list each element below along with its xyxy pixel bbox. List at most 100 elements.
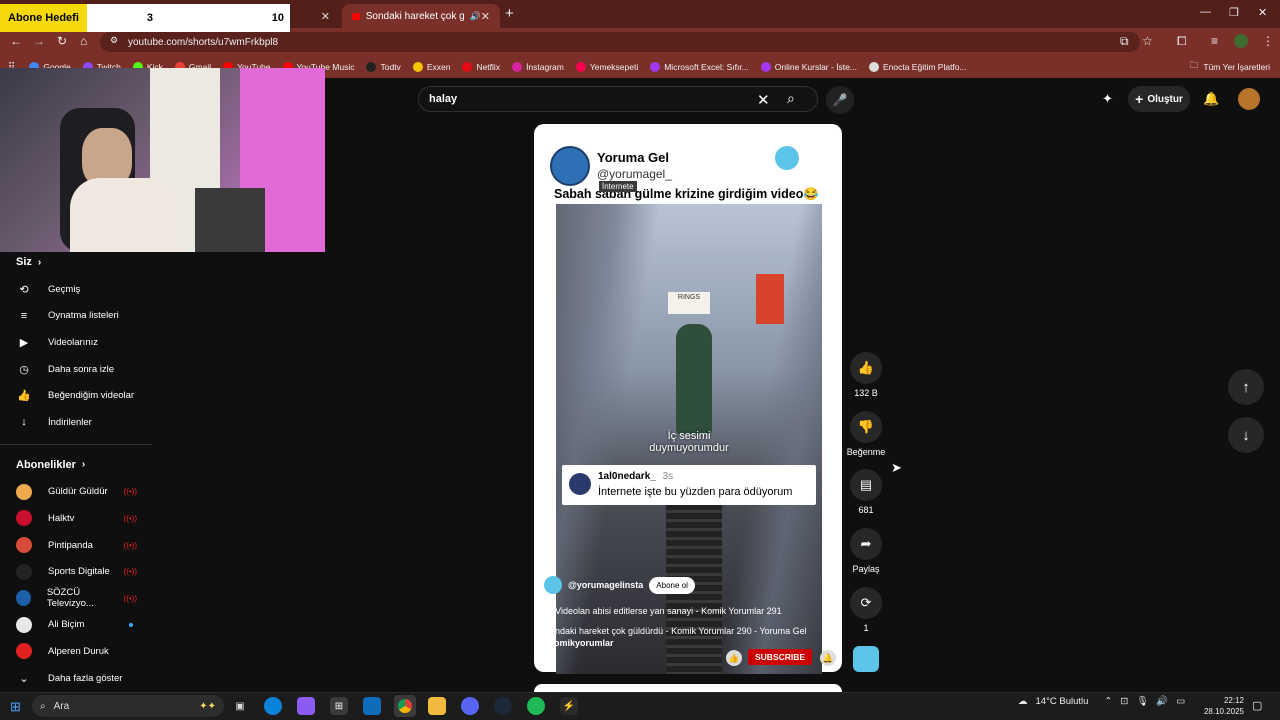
profile-avatar[interactable] — [1234, 34, 1248, 48]
sidebar-item[interactable]: 👍 Beğendiğim videolar — [0, 382, 155, 409]
insta-avatar[interactable] — [544, 576, 562, 594]
sidebar-item[interactable]: ↓ İndirilenler — [0, 409, 155, 436]
menu-icon[interactable]: ⋮ — [1262, 34, 1274, 48]
subscription-item[interactable]: Pintipanda ((•)) — [0, 532, 155, 559]
insta-handle[interactable]: @yorumagelinsta — [568, 580, 643, 590]
tab-active[interactable]: Sondaki hareket çok güldürd 🔊 ✕ — [342, 4, 500, 28]
clock[interactable]: 22:12 28.10.2025 — [1196, 695, 1244, 717]
clear-search-icon[interactable]: ✕ — [757, 91, 770, 109]
media-icon[interactable]: ≡ — [1211, 34, 1218, 48]
goal-current: 3 — [146, 12, 154, 24]
sidebar: Siz › ⟲ Geçmiş ≡ Oynatma listeleri ▶ Videolar… — [0, 252, 155, 692]
subscription-item[interactable]: Alperen Duruk — [0, 638, 155, 665]
obs-icon[interactable]: ⚡ — [560, 697, 578, 715]
subscription-item[interactable]: SÖZCÜ Televizyo... ((•)) — [0, 585, 155, 612]
system-tray: ☁ 14°C Bulutlu ⌃ ⊡ 🎙 🔊 ▭ — [1018, 696, 1185, 707]
account-avatar[interactable] — [1238, 88, 1260, 110]
file-explorer-icon[interactable] — [428, 697, 446, 715]
goal-target: 10 — [271, 12, 284, 24]
volume-icon[interactable]: 🔊 — [1156, 696, 1168, 707]
install-icon[interactable]: ⧉ — [1120, 34, 1129, 49]
remix-icon[interactable]: ⟳ — [850, 587, 882, 619]
subscription-item[interactable]: Ali Biçim — [0, 612, 155, 639]
dislike-action[interactable]: 👎 Beğenme — [847, 411, 885, 457]
previous-short-button[interactable]: ↑ — [1228, 369, 1264, 405]
mic-icon[interactable]: 🎤 — [826, 86, 854, 114]
chrome-icon[interactable] — [394, 695, 416, 717]
close-icon[interactable]: ✕ — [321, 10, 330, 23]
playlist-icon: ≡ — [20, 309, 28, 322]
sidebar-item[interactable]: ▶ Videolarınız — [0, 329, 155, 356]
bookmark-item[interactable]: Microsoft Excel: Sıfır... — [650, 62, 749, 72]
forward-icon[interactable]: → — [33, 34, 45, 48]
bookmark-star-icon[interactable]: ☆ — [1142, 34, 1153, 48]
next-short-button[interactable]: ↓ — [1228, 417, 1264, 453]
bookmark-item[interactable]: Online Kurslar - İste... — [760, 62, 857, 72]
show-more-button[interactable]: ⌄ Daha fazla göster — [0, 665, 155, 692]
comment-header: 1al0nedark_ 3s — [598, 471, 673, 482]
extensions-icon[interactable]: ⧠ — [1177, 34, 1187, 49]
all-bookmarks[interactable]: 🗀 Tüm Yer İşaretleri — [1190, 60, 1270, 74]
bookmark-item[interactable]: Netflix — [462, 62, 500, 72]
store-icon[interactable]: ⊞ — [330, 697, 348, 715]
notifications-icon[interactable]: ▢ — [1252, 699, 1262, 712]
channel-avatar[interactable] — [550, 146, 590, 186]
sidebar-item[interactable]: ◷ Daha sonra izle — [0, 356, 155, 383]
home-icon[interactable]: ⌂ — [80, 34, 87, 48]
hashtag-link[interactable]: #komikyorumlar — [544, 638, 834, 648]
reload-icon[interactable]: ↻ — [57, 34, 67, 48]
copilot-icon[interactable] — [297, 697, 315, 715]
speaker-icon[interactable]: 🔊 — [470, 11, 481, 22]
thumbs-down-icon[interactable]: 👎 — [850, 411, 882, 443]
tray-chevron-icon[interactable]: ⌃ — [1104, 696, 1112, 707]
edge-icon[interactable] — [264, 697, 282, 715]
comment-icon[interactable]: ▤ — [850, 469, 882, 501]
share-action[interactable]: ➦ Paylaş — [848, 528, 884, 574]
site-info-icon[interactable]: ⚙ — [110, 35, 118, 46]
subscription-item[interactable]: Sports Digitale ((•)) — [0, 558, 155, 585]
comment-user: 1al0nedark_ — [598, 471, 656, 482]
search-icon[interactable]: ⌕ — [787, 90, 795, 107]
follow-button[interactable]: Abone ol — [649, 576, 695, 594]
subscription-item[interactable]: Güldür Güldür ((•)) — [0, 479, 155, 506]
battery-icon[interactable]: ▭ — [1176, 696, 1185, 707]
bookmark-item[interactable]: Yemeksepeti — [575, 62, 638, 72]
bookmark-item[interactable]: Exxen — [412, 62, 450, 72]
mic-tray-icon[interactable]: 🎙 — [1136, 696, 1148, 707]
windows-start-icon[interactable]: ⊞ — [10, 699, 21, 715]
sidebar-subscriptions-header[interactable]: Abonelikler › — [0, 455, 155, 475]
sidebar-item[interactable]: ≡ Oynatma listeleri — [0, 303, 155, 330]
discord-icon[interactable] — [461, 697, 479, 715]
bell-icon[interactable]: 🔔 — [1203, 91, 1219, 107]
next-video-link[interactable]: Videolan abisi editlerse yan sanayi - Ko… — [555, 606, 781, 616]
remix-action[interactable]: ⟳ 1 — [848, 587, 884, 633]
task-view-icon[interactable]: ▣ — [231, 697, 249, 715]
bookmark-item[interactable]: Enocta Eğitim Platfo... — [868, 62, 967, 72]
close-icon[interactable]: ✕ — [481, 10, 490, 23]
thumbs-up-icon[interactable]: 👍 — [850, 352, 882, 384]
create-button[interactable]: + Oluştur — [1128, 86, 1190, 112]
sparkle-settings-icon[interactable]: ✦ — [1102, 91, 1113, 107]
bookmark-item[interactable]: İnstagram — [512, 62, 564, 72]
steam-icon[interactable] — [494, 697, 512, 715]
sidebar-you-header[interactable]: Siz › — [0, 252, 155, 272]
share-icon[interactable]: ➦ — [850, 528, 882, 560]
address-bar[interactable]: ⚙ youtube.com/shorts/u7wmFrkbpl8 — [100, 32, 1140, 52]
like-action[interactable]: 👍 132 B — [848, 352, 884, 398]
comments-action[interactable]: ▤ 681 — [848, 469, 884, 515]
minimize-button[interactable]: — — [1200, 6, 1211, 18]
bookmark-item[interactable]: Todtv — [366, 62, 401, 72]
weather-text[interactable]: 14°C Bulutlu — [1036, 696, 1089, 707]
subscription-item[interactable]: Halktv ((•)) — [0, 505, 155, 532]
outlook-icon[interactable] — [363, 697, 381, 715]
sound-thumbnail[interactable] — [853, 646, 879, 672]
taskbar-search-label: Ara — [53, 700, 70, 712]
spotify-icon[interactable] — [527, 697, 545, 715]
network-icon[interactable]: ⊡ — [1120, 696, 1128, 707]
back-icon[interactable]: ← — [10, 34, 22, 48]
sidebar-item[interactable]: ⟲ Geçmiş — [0, 276, 155, 303]
maximize-button[interactable]: ❐ — [1229, 6, 1239, 19]
taskbar-search[interactable]: ⌕ Ara ✦✦ — [32, 695, 224, 717]
close-window-button[interactable]: ✕ — [1258, 6, 1267, 19]
new-tab-button[interactable]: + — [505, 5, 514, 22]
